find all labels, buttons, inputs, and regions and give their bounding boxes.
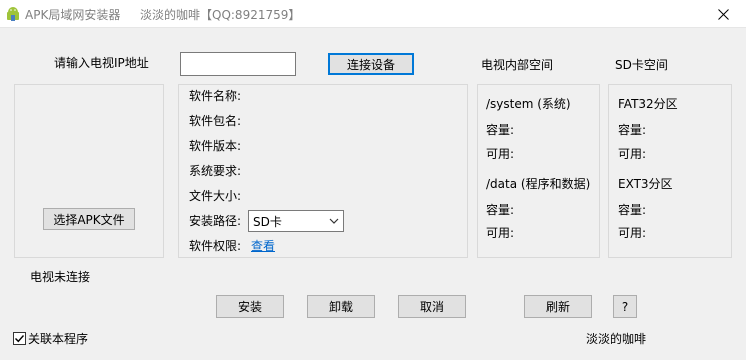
system-requirement-label: 系统要求: — [189, 164, 242, 178]
install-path-label: 安装路径: — [189, 214, 242, 228]
refresh-button[interactable]: 刷新 — [524, 295, 592, 318]
chevron-down-icon — [329, 218, 339, 224]
ip-label: 请输入电视IP地址 — [54, 56, 149, 70]
fat32-partition-title: FAT32分区 — [618, 97, 678, 111]
install-button[interactable]: 安装 — [216, 295, 284, 318]
ext3-available-label: 可用: — [618, 226, 647, 240]
ext3-capacity-label: 容量: — [618, 203, 647, 217]
window-subtitle: 淡淡的咖啡【QQ:8921759】 — [140, 8, 301, 22]
checkmark-icon — [15, 335, 25, 343]
file-size-label: 文件大小: — [189, 189, 242, 203]
software-version-label: 软件版本: — [189, 139, 242, 153]
data-available-label: 可用: — [486, 226, 515, 240]
android-app-icon — [7, 7, 19, 21]
connection-status: 电视未连接 — [30, 270, 91, 284]
system-partition-title: /system (系统) — [486, 97, 571, 111]
permission-label: 软件权限: — [189, 239, 242, 253]
uninstall-button[interactable]: 卸载 — [307, 295, 375, 318]
system-capacity-label: 容量: — [486, 123, 515, 137]
fat32-capacity-label: 容量: — [618, 123, 647, 137]
sd-space-header: SD卡空间 — [615, 58, 668, 72]
title-bar: APK局域网安装器 淡淡的咖啡【QQ:8921759】 — [0, 0, 746, 28]
tv-space-header: 电视内部空间 — [481, 58, 554, 72]
window-title: APK局域网安装器 — [25, 8, 121, 22]
associate-label[interactable]: 关联本程序 — [28, 332, 88, 346]
close-button[interactable] — [700, 0, 746, 28]
package-name-label: 软件包名: — [189, 114, 242, 128]
associate-checkbox[interactable] — [13, 332, 26, 345]
data-partition-title: /data (程序和数据) — [486, 177, 591, 191]
view-permission-link[interactable]: 查看 — [251, 239, 275, 253]
connect-button[interactable]: 连接设备 — [328, 53, 414, 75]
system-available-label: 可用: — [486, 147, 515, 161]
data-capacity-label: 容量: — [486, 203, 515, 217]
author-label: 淡淡的咖啡 — [586, 332, 647, 346]
ip-input[interactable] — [180, 52, 296, 76]
software-name-label: 软件名称: — [189, 89, 242, 103]
close-icon — [717, 8, 729, 20]
cancel-button[interactable]: 取消 — [398, 295, 466, 318]
apk-select-panel — [14, 84, 164, 258]
fat32-available-label: 可用: — [618, 147, 647, 161]
install-path-select[interactable]: SD卡 — [248, 210, 344, 232]
install-path-value: SD卡 — [253, 214, 282, 229]
help-button[interactable]: ? — [613, 295, 637, 318]
ext3-partition-title: EXT3分区 — [618, 177, 673, 191]
select-apk-button[interactable]: 选择APK文件 — [43, 208, 135, 230]
